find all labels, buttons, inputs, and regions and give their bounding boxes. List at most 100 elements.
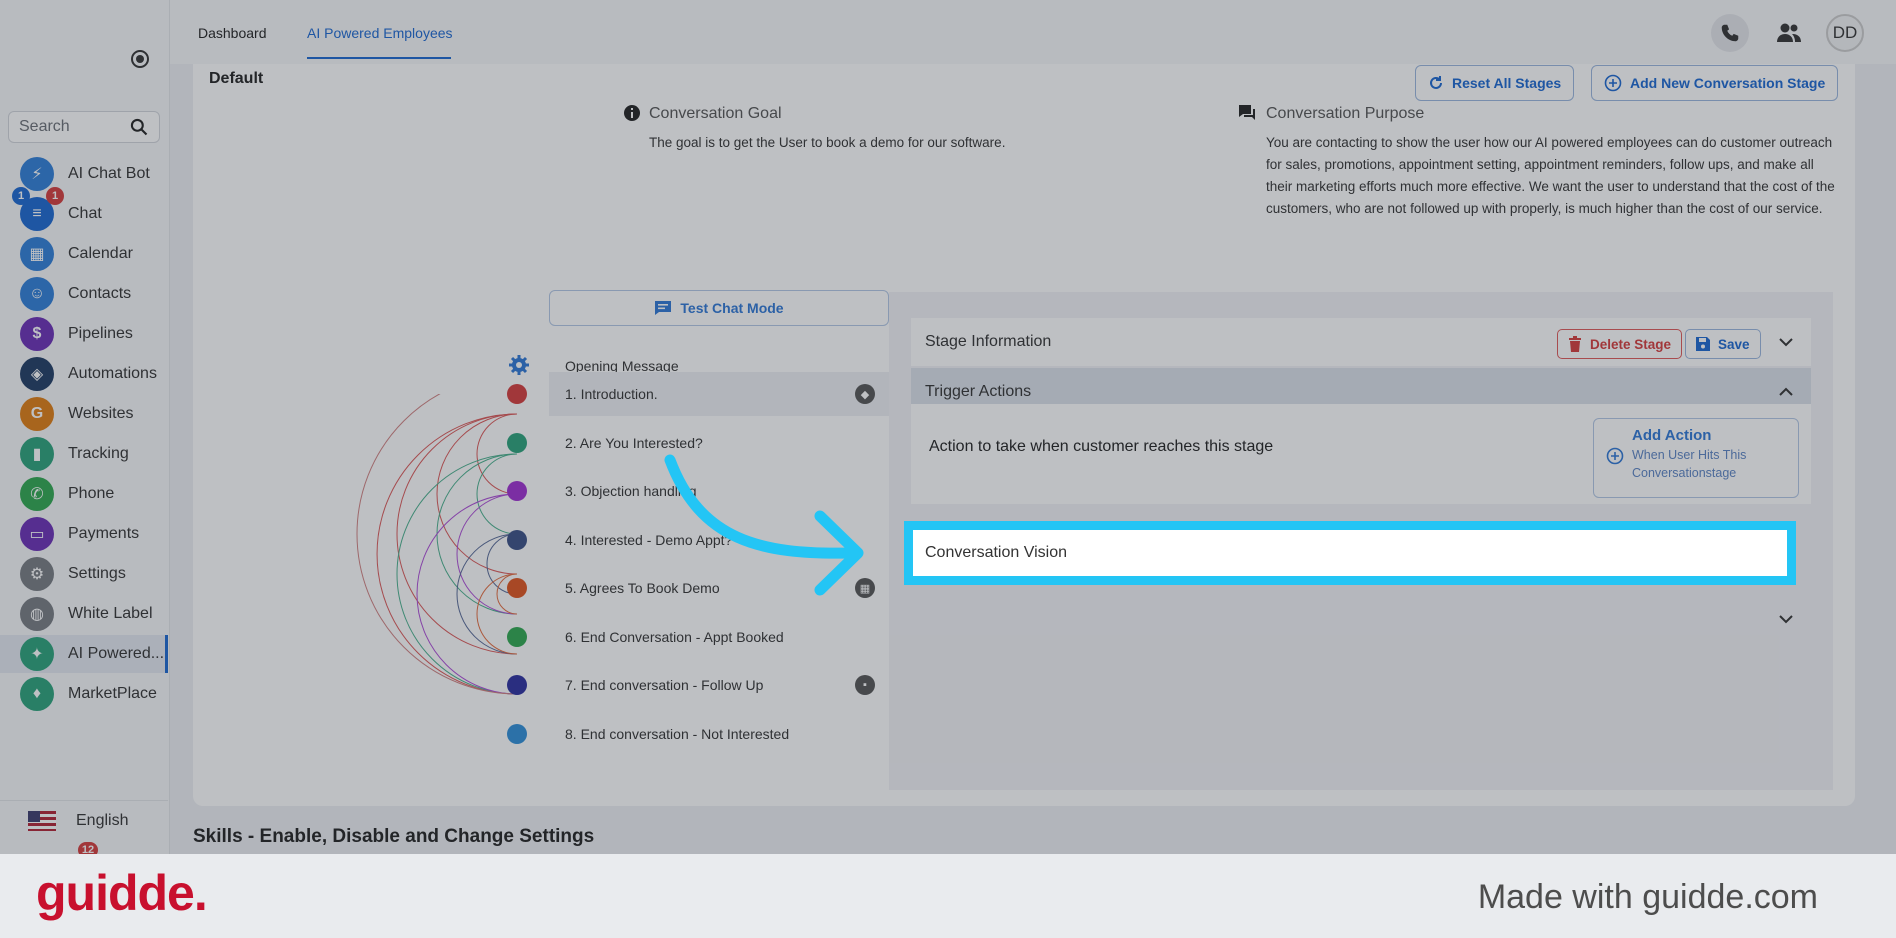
sidebar-item-phone[interactable]: ✆ Phone <box>0 475 168 513</box>
stage-node[interactable] <box>507 384 527 404</box>
gear-icon[interactable] <box>508 354 530 376</box>
add-action-subtitle: When User Hits This Conversationstage <box>1632 448 1747 480</box>
sidebar: Search ⚡ AI Chat Bot ≡ Chat ▦ Calendar ☺ Contac… <box>0 0 170 858</box>
sidebar-item-pipelines[interactable]: $ Pipelines <box>0 315 168 353</box>
plus-circle-icon <box>1604 74 1622 92</box>
stage-label: 2. Are You Interested? <box>565 434 703 451</box>
sidebar-item-label: Calendar <box>68 245 133 262</box>
stage-information-label: Stage Information <box>925 333 1052 350</box>
trigger-actions-label: Trigger Actions <box>925 383 1032 400</box>
trash-icon <box>1569 336 1581 352</box>
test-chat-mode-label: Test Chat Mode <box>680 300 784 316</box>
guidde-logo: guidde. <box>36 865 208 921</box>
sidebar-item-label: Pipelines <box>68 325 133 342</box>
dollar-icon: $ <box>20 317 54 351</box>
sidebar-item-ai-powered[interactable]: ✦ AI Powered... <box>0 635 168 673</box>
add-new-stage-label: Add New Conversation Stage <box>1630 75 1826 91</box>
stage-node[interactable] <box>507 675 527 695</box>
save-button[interactable]: Save <box>1685 329 1761 359</box>
us-flag-icon <box>28 810 56 831</box>
add-action-title: Add Action <box>1632 427 1712 444</box>
footer: guidde. Made with guidde.com <box>0 854 1896 938</box>
stage-item[interactable]: 1. Introduction. ◆ <box>549 372 889 416</box>
chart-icon: ▮ <box>20 437 54 471</box>
stage-node[interactable] <box>507 481 527 501</box>
trigger-question: Action to take when customer reaches thi… <box>929 438 1274 455</box>
phone-icon[interactable] <box>1711 14 1749 52</box>
sidebar-item-marketplace[interactable]: ♦ MarketPlace <box>0 675 168 713</box>
tab-dashboard[interactable]: Dashboard <box>198 25 267 41</box>
language-label: English <box>76 811 129 829</box>
chevron-up-icon[interactable] <box>1779 387 1793 397</box>
sidebar-item-label: Chat <box>68 205 102 222</box>
stage-label: 8. End conversation - Not Interested <box>565 725 790 742</box>
chat-icon[interactable]: ▪ <box>855 675 875 695</box>
stage-node[interactable] <box>507 723 527 744</box>
tab-ai-powered-employees[interactable]: AI Powered Employees <box>307 25 453 41</box>
test-chat-mode-button[interactable]: Test Chat Mode <box>549 290 889 326</box>
chat-icon <box>655 301 672 315</box>
sidebar-item-payments[interactable]: ▭ Payments <box>0 515 168 553</box>
sidebar-item-label: AI Powered... <box>68 645 165 662</box>
language-selector[interactable]: English <box>0 800 168 840</box>
chevron-down-icon[interactable] <box>1779 337 1793 347</box>
stage-node[interactable] <box>507 626 527 647</box>
delete-stage-label: Delete Stage <box>1590 336 1672 352</box>
reset-all-stages-label: Reset All Stages <box>1452 75 1562 91</box>
sidebar-toggle-icon[interactable] <box>131 50 149 68</box>
sidebar-item-calendar[interactable]: ▦ Calendar <box>0 235 168 273</box>
sidebar-item-contacts[interactable]: ☺ Contacts <box>0 275 168 313</box>
tag-icon[interactable]: ◆ <box>855 384 875 404</box>
info-icon <box>624 105 640 121</box>
pointer-arrow-icon <box>664 454 864 596</box>
add-action-button[interactable]: Add Action When User Hits This Conversat… <box>1593 418 1799 498</box>
delete-stage-button[interactable]: Delete Stage <box>1557 329 1683 359</box>
chat-badge-left: 1 <box>12 187 30 205</box>
conversation-goal-text: The goal is to get the User to book a de… <box>649 135 1006 150</box>
skills-heading: Skills - Enable, Disable and Change Sett… <box>193 826 595 847</box>
sidebar-item-label: White Label <box>68 605 153 622</box>
chat-badge-right: 1 <box>46 187 64 205</box>
sidebar-item-settings[interactable]: ⚙ Settings <box>0 555 168 593</box>
stage-node[interactable] <box>507 529 527 550</box>
sidebar-item-websites[interactable]: G Websites <box>0 395 168 433</box>
sidebar-item-tracking[interactable]: ▮ Tracking <box>0 435 168 473</box>
stage-node[interactable] <box>507 578 527 598</box>
add-new-conversation-stage-button[interactable]: Add New Conversation Stage <box>1591 65 1839 101</box>
sidebar-item-label: Settings <box>68 565 126 582</box>
stage-connections <box>356 394 518 695</box>
conversation-card: Default Reset All Stages Add New Convers… <box>193 64 1855 806</box>
card-icon: ▭ <box>20 517 54 551</box>
sidebar-item-label: Contacts <box>68 285 132 302</box>
search-input[interactable]: Search <box>8 111 160 143</box>
ai-chat-icon: ✦ <box>20 637 54 671</box>
top-bar: Dashboard AI Powered Employees DD <box>170 0 1896 64</box>
sidebar-item-automations[interactable]: ◈ Automations <box>0 355 168 393</box>
palette-icon: ◍ <box>20 597 54 631</box>
stage-item[interactable]: 8. End conversation - Not Interested <box>549 712 889 756</box>
active-tab-underline <box>307 57 451 59</box>
automation-icon: ◈ <box>20 357 54 391</box>
sidebar-item-white-label[interactable]: ◍ White Label <box>0 595 168 633</box>
reset-all-stages-button[interactable]: Reset All Stages <box>1415 65 1575 101</box>
marketplace-icon: ♦ <box>20 677 54 711</box>
users-icon[interactable] <box>1770 14 1808 52</box>
stage-item[interactable]: 6. End Conversation - Appt Booked <box>549 615 889 659</box>
sidebar-item-label: MarketPlace <box>68 685 157 702</box>
phone-icon: ✆ <box>20 477 54 511</box>
bolt-icon: ⚡ <box>20 157 54 191</box>
trigger-actions-body: Action to take when customer reaches thi… <box>911 404 1811 504</box>
save-icon <box>1696 337 1710 351</box>
search-icon[interactable] <box>129 117 149 137</box>
comments-icon <box>1239 105 1255 120</box>
stage-label: 1. Introduction. <box>565 386 658 402</box>
chevron-down-icon[interactable] <box>1779 614 1793 624</box>
page-title: Default <box>209 70 264 87</box>
stage-label: 7. End conversation - Follow Up <box>565 677 764 693</box>
sidebar-item-label: Payments <box>68 525 140 542</box>
stage-item[interactable]: 7. End conversation - Follow Up ▪ <box>549 663 889 707</box>
avatar[interactable]: DD <box>1826 14 1864 52</box>
conversation-purpose-label: Conversation Purpose <box>1266 105 1425 122</box>
stage-node[interactable] <box>507 432 527 453</box>
conversation-vision-header[interactable]: Conversation Vision <box>904 521 1796 585</box>
